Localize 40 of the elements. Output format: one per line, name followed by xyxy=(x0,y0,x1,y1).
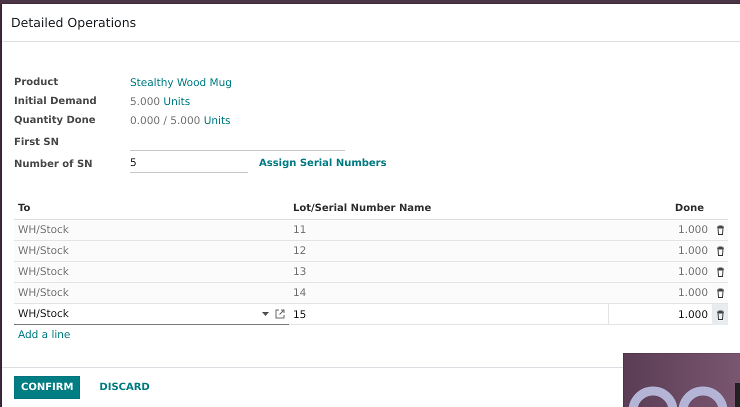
table-cell-text: 12 xyxy=(292,245,308,257)
field-label: First SN xyxy=(14,136,60,150)
table-cell: 1.000 xyxy=(678,287,708,299)
trash-icon xyxy=(716,267,724,277)
caret-icon xyxy=(262,312,269,316)
quantity-value: 0.000 / 5.000 Units xyxy=(130,114,232,129)
table-cell-text: WH/Stock xyxy=(17,287,70,299)
column-header: To xyxy=(18,202,32,214)
table-cell: 1.000 xyxy=(678,224,708,236)
column-header: Done xyxy=(674,202,705,214)
trash-icon xyxy=(716,246,724,256)
table-cell-text: WH/Stock xyxy=(17,224,70,236)
table-cell-text: 11 xyxy=(292,224,308,236)
column-header: Lot/Serial Number Name xyxy=(293,202,432,214)
table-cell-text: 13 xyxy=(292,266,308,278)
location-select[interactable]: WH/Stock xyxy=(14,304,289,325)
dialog-title: Detailed Operations xyxy=(11,15,136,30)
trash-icon xyxy=(716,288,724,298)
table-cell: 1.000 xyxy=(678,245,708,257)
external-link-icon[interactable] xyxy=(275,309,285,319)
delete-button[interactable] xyxy=(712,304,728,325)
table-cell: 1.000 xyxy=(678,308,708,320)
table-cell: 1.000 xyxy=(678,266,708,278)
assign-serial-link[interactable]: Assign Serial Numbers xyxy=(248,154,728,173)
confirm-button[interactable]: CONFIRM xyxy=(14,376,80,399)
trash-icon xyxy=(716,225,724,235)
table-cell-text: WH/Stock xyxy=(17,266,70,278)
field-label: Quantity Done xyxy=(14,114,97,128)
discard-button[interactable]: DISCARD xyxy=(92,376,157,399)
table-cell-text: WH/Stock xyxy=(17,245,70,257)
quantity-value: 5.000 Units xyxy=(130,95,192,110)
table-cell-text: 14 xyxy=(292,287,308,299)
trash-icon xyxy=(716,310,724,320)
table-cell-text: 15 xyxy=(292,308,308,320)
field-label: Number of SN xyxy=(14,158,94,172)
add-line-link[interactable]: Add a line xyxy=(18,329,70,341)
field-label: Product xyxy=(14,76,60,90)
field-label: Initial Demand xyxy=(14,95,98,109)
input-field[interactable]: 5 xyxy=(130,154,248,173)
product-link[interactable]: Stealthy Wood Mug xyxy=(130,77,232,89)
